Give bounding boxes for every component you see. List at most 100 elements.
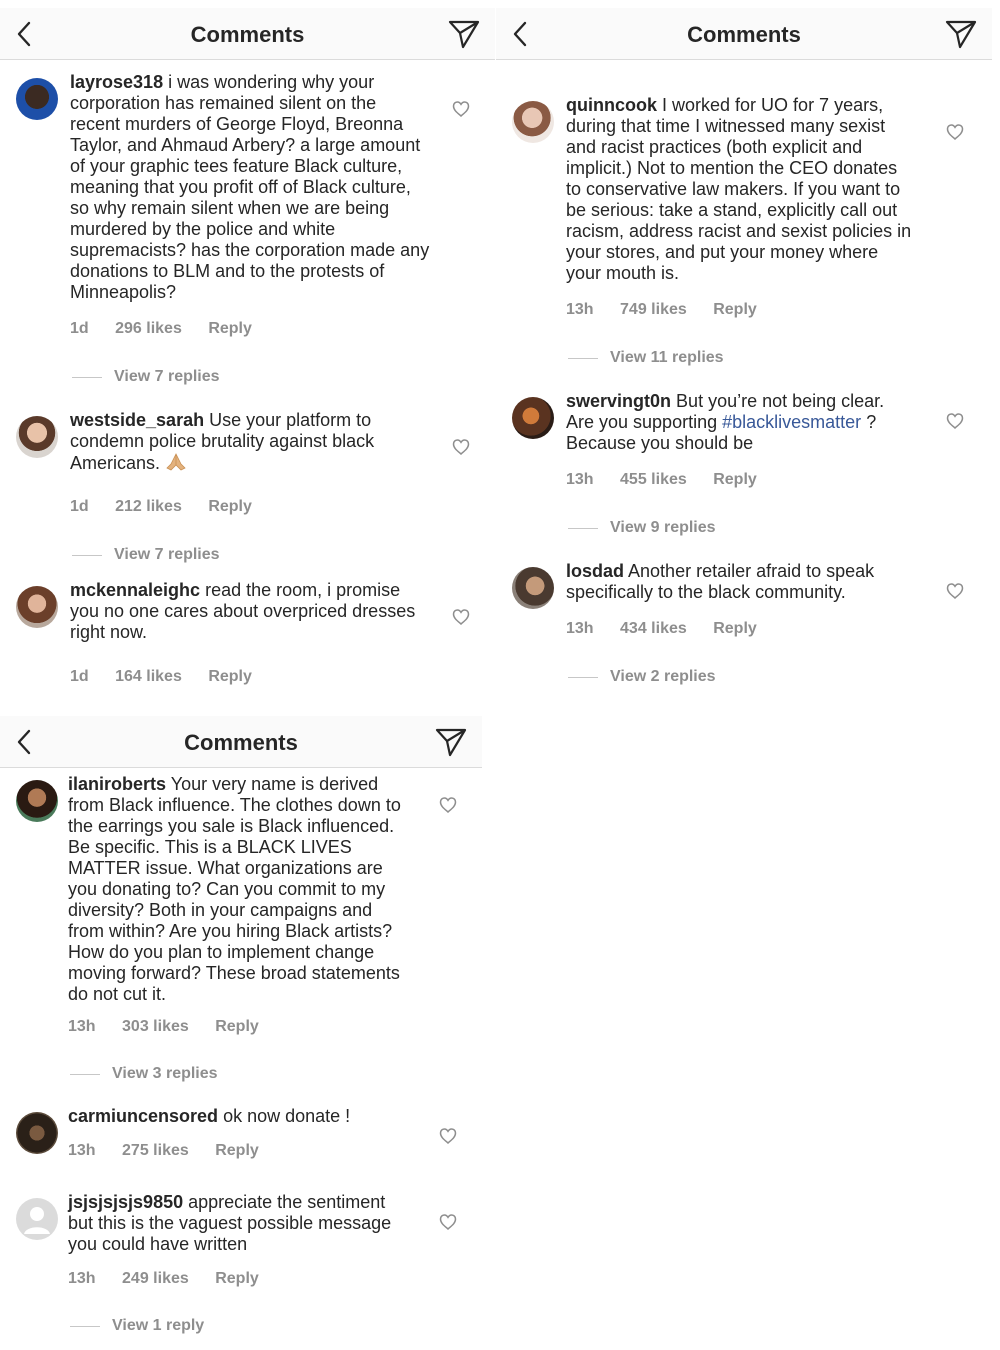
comment-time: 13h	[68, 1018, 96, 1035]
comment-body: westside_sarah Use your platform to cond…	[70, 410, 430, 474]
comment-time: 1d	[70, 498, 89, 515]
comment-meta: 1d 164 likes Reply	[70, 668, 274, 686]
direct-send-icon[interactable]	[447, 18, 481, 50]
likes-count[interactable]: 455 likes	[620, 471, 687, 489]
comments-panel-3: Comments ilaniroberts Your very name is …	[0, 716, 482, 1350]
view-replies-label: View 7 replies	[114, 546, 220, 563]
heart-icon[interactable]	[452, 608, 470, 626]
heart-icon[interactable]	[452, 438, 470, 456]
avatar[interactable]	[16, 416, 58, 458]
divider	[72, 376, 102, 378]
reply-button[interactable]: Reply	[713, 301, 757, 319]
comment-time: 1d	[70, 668, 89, 685]
comment-body: losdad Another retailer afraid to speak …	[566, 561, 916, 603]
direct-send-icon[interactable]	[434, 726, 468, 758]
view-replies-label: View 7 replies	[114, 368, 220, 385]
comment-time: 13h	[566, 301, 594, 318]
comments-panel-2: Comments quinncook I worked for UO for 7…	[496, 8, 992, 700]
username-link[interactable]: quinncook	[566, 95, 657, 115]
avatar[interactable]	[16, 586, 58, 628]
view-replies-button[interactable]: View 2 replies	[568, 668, 716, 686]
likes-count[interactable]: 275 likes	[122, 1142, 189, 1160]
comment-meta: 13h 749 likes Reply	[566, 301, 779, 319]
heart-icon[interactable]	[946, 123, 964, 141]
view-replies-button[interactable]: View 7 replies	[72, 368, 220, 386]
heart-icon[interactable]	[439, 1127, 457, 1145]
avatar[interactable]	[512, 101, 554, 143]
divider	[70, 1325, 100, 1327]
likes-count[interactable]: 303 likes	[122, 1018, 189, 1036]
heart-icon[interactable]	[946, 412, 964, 430]
comment-meta: 1d 296 likes Reply	[70, 320, 274, 338]
comment-time: 13h	[566, 620, 594, 637]
likes-count[interactable]: 434 likes	[620, 620, 687, 638]
default-avatar-icon[interactable]	[16, 1198, 58, 1240]
view-replies-label: View 2 replies	[610, 668, 716, 685]
avatar[interactable]	[16, 78, 58, 120]
divider	[72, 554, 102, 556]
reply-button[interactable]: Reply	[215, 1018, 259, 1036]
heart-icon[interactable]	[946, 582, 964, 600]
reply-button[interactable]: Reply	[208, 320, 252, 338]
comment-time: 13h	[68, 1270, 96, 1287]
heart-icon[interactable]	[452, 100, 470, 118]
comment-body: swervingt0n But you’re not being clear. …	[566, 391, 916, 454]
avatar[interactable]	[512, 567, 554, 609]
likes-count[interactable]: 749 likes	[620, 301, 687, 319]
view-replies-button[interactable]: View 9 replies	[568, 519, 716, 537]
comment-meta: 13h 249 likes Reply	[68, 1270, 281, 1288]
direct-send-icon[interactable]	[944, 18, 978, 50]
divider	[568, 357, 598, 359]
comments-panel-1: Comments layrose318 i was wondering why …	[0, 8, 495, 700]
likes-count[interactable]: 296 likes	[115, 320, 182, 338]
username-link[interactable]: westside_sarah	[70, 410, 204, 430]
view-replies-label: View 11 replies	[610, 349, 724, 366]
comment-text: I worked for UO for 7 years, during that…	[566, 95, 912, 283]
view-replies-button[interactable]: View 11 replies	[568, 349, 724, 367]
avatar[interactable]	[512, 397, 554, 439]
reply-button[interactable]: Reply	[713, 471, 757, 489]
heart-icon[interactable]	[439, 1213, 457, 1231]
comment-meta: 13h 434 likes Reply	[566, 620, 779, 638]
comment-time: 13h	[68, 1142, 96, 1159]
divider	[568, 676, 598, 678]
comments-header: Comments	[0, 8, 495, 60]
comment-meta: 13h 455 likes Reply	[566, 471, 779, 489]
view-replies-button[interactable]: View 7 replies	[72, 546, 220, 564]
page-title: Comments	[687, 22, 801, 47]
username-link[interactable]: carmiuncensored	[68, 1106, 218, 1126]
view-replies-label: View 9 replies	[610, 519, 716, 536]
username-link[interactable]: jsjsjsjsjs9850	[68, 1192, 183, 1212]
avatar[interactable]	[16, 780, 58, 822]
comment-text: ok now donate !	[223, 1106, 351, 1126]
likes-count[interactable]: 249 likes	[122, 1270, 189, 1288]
comment-body: mckennaleighc read the room, i promise y…	[70, 580, 430, 643]
divider	[70, 1073, 100, 1075]
username-link[interactable]: layrose318	[70, 72, 163, 92]
likes-count[interactable]: 212 likes	[115, 498, 182, 516]
reply-button[interactable]: Reply	[215, 1270, 259, 1288]
folded-hands-icon	[166, 453, 186, 471]
username-link[interactable]: mckennaleighc	[70, 580, 200, 600]
hashtag-link[interactable]: #blacklivesmatter	[722, 412, 861, 432]
username-link[interactable]: swervingt0n	[566, 391, 671, 411]
divider	[568, 527, 598, 529]
heart-icon[interactable]	[439, 796, 457, 814]
view-replies-button[interactable]: View 3 replies	[70, 1065, 218, 1083]
reply-button[interactable]: Reply	[215, 1142, 259, 1160]
username-link[interactable]: losdad	[566, 561, 624, 581]
page-title: Comments	[184, 730, 298, 755]
comments-header: Comments	[496, 8, 992, 60]
reply-button[interactable]: Reply	[208, 498, 252, 516]
view-replies-button[interactable]: View 1 reply	[70, 1317, 204, 1335]
reply-button[interactable]: Reply	[713, 620, 757, 638]
comment-meta: 1d 212 likes Reply	[70, 498, 274, 516]
comment-text: Your very name is derived from Black inf…	[68, 774, 401, 1004]
username-link[interactable]: ilaniroberts	[68, 774, 166, 794]
comment-body: layrose318 i was wondering why your corp…	[70, 72, 430, 303]
comment-body: carmiuncensored ok now donate !	[68, 1106, 413, 1127]
likes-count[interactable]: 164 likes	[115, 668, 182, 686]
reply-button[interactable]: Reply	[208, 668, 252, 686]
comments-header: Comments	[0, 716, 482, 768]
avatar[interactable]	[16, 1112, 58, 1154]
